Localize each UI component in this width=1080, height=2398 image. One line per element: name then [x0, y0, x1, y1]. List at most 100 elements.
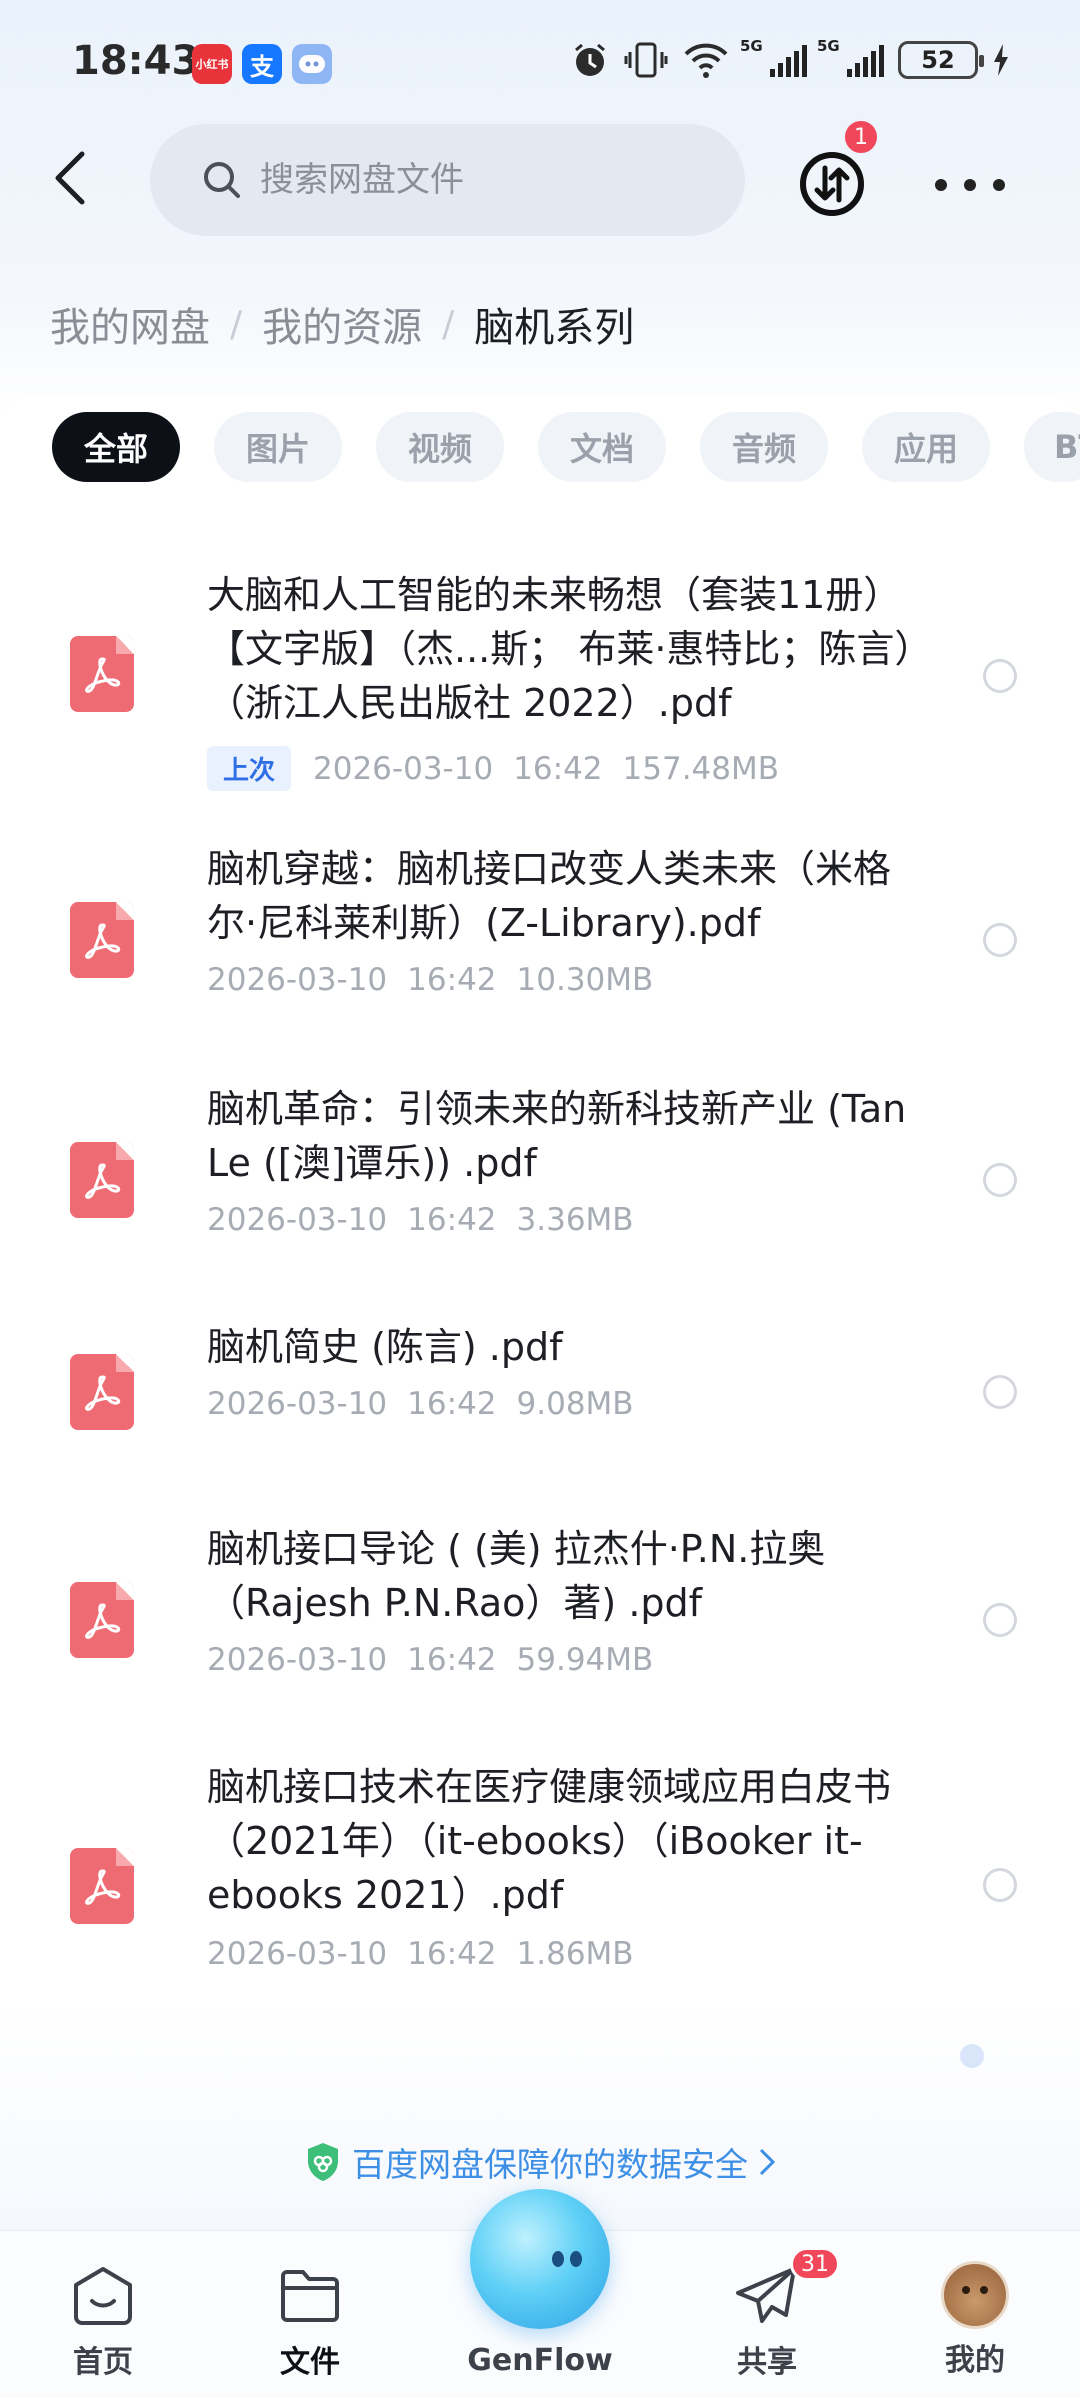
file-row[interactable]: 脑机革命：引领未来的新科技新产业 (Tan Le ([澳]谭乐)) .pdf 2… — [0, 1060, 1080, 1260]
file-row[interactable]: 脑机接口技术在医疗健康领域应用白皮书（2021年）（it-ebooks）（iBo… — [0, 1740, 1080, 1980]
file-date: 2026-03-10 — [207, 1936, 388, 1972]
search-icon — [204, 162, 240, 198]
file-time: 16:42 — [407, 1202, 497, 1238]
tab-documents[interactable]: 文档 — [538, 412, 666, 482]
pdf-file-icon — [70, 1142, 134, 1218]
file-size: 9.08MB — [516, 1386, 634, 1422]
chevron-left-icon — [55, 151, 85, 205]
file-meta: 2026-03-10 16:42 1.86MB — [207, 1936, 634, 1972]
file-time: 16:42 — [513, 750, 603, 787]
last-opened-tag: 上次 — [207, 746, 292, 791]
file-type-tabs: 全部 图片 视频 文档 音频 应用 BT — [52, 412, 1080, 482]
file-date: 2026-03-10 — [207, 1202, 388, 1238]
search-input[interactable] — [260, 160, 680, 200]
file-name: 大脑和人工智能的未来畅想（套装11册）【文字版】（杰...斯； 布莱·惠特比；陈… — [207, 573, 914, 725]
home-icon — [68, 2261, 138, 2331]
pdf-file-icon — [70, 1354, 134, 1430]
file-meta: 2026-03-10 16:42 3.36MB — [207, 1202, 634, 1238]
transfer-list-button[interactable] — [798, 150, 866, 218]
nav-mine-label: 我的 — [945, 2343, 1005, 2378]
file-name: 脑机穿越：脑机接口改变人类未来（米格尔·尼科莱利斯）(Z-Library).pd… — [207, 847, 892, 945]
file-size: 10.30MB — [516, 962, 654, 998]
file-meta: 上次 2026-03-10 16:42 157.48MB — [207, 746, 779, 791]
file-name: 脑机接口技术在医疗健康领域应用白皮书（2021年）（it-ebooks）（iBo… — [207, 1765, 892, 1917]
file-name: 脑机接口导论 ( (美) 拉杰什·P.N.拉奥（Rajesh P.N.Rao）著… — [207, 1527, 826, 1625]
file-meta: 2026-03-10 16:42 59.94MB — [207, 1642, 653, 1678]
file-time: 16:42 — [407, 1936, 497, 1972]
transfer-icon — [800, 152, 864, 216]
tab-all[interactable]: 全部 — [52, 412, 180, 482]
nav-home-label: 首页 — [73, 2345, 133, 2380]
breadcrumb: 我的网盘 / 我的资源 / 脑机系列 — [50, 295, 634, 353]
nav-mine[interactable]: 我的 — [905, 2261, 1045, 2379]
search-bar[interactable] — [150, 124, 745, 236]
share-notification-badge: 31 — [790, 2247, 840, 2281]
scroll-indicator-dot — [960, 2044, 984, 2068]
tab-apps[interactable]: 应用 — [862, 412, 990, 482]
pdf-file-icon — [70, 902, 134, 978]
tab-bt[interactable]: BT — [1024, 412, 1080, 482]
nav-files[interactable]: 文件 — [240, 2261, 380, 2381]
breadcrumb-separator: / — [230, 303, 243, 345]
security-banner[interactable]: 百度网盘保障你的数据安全 — [0, 2138, 1080, 2186]
genflow-orb-button[interactable] — [470, 2189, 610, 2329]
file-size: 1.86MB — [516, 1936, 634, 1972]
nav-home[interactable]: 首页 — [33, 2261, 173, 2381]
select-checkbox[interactable] — [983, 1375, 1017, 1409]
vibrate-icon — [624, 40, 668, 80]
file-date: 2026-03-10 — [313, 750, 494, 787]
select-checkbox[interactable] — [983, 923, 1017, 957]
alipay-app-icon: 支 — [242, 44, 282, 84]
file-name: 脑机革命：引领未来的新科技新产业 (Tan Le ([澳]谭乐)) .pdf — [207, 1087, 907, 1185]
pdf-file-icon — [70, 1848, 134, 1924]
xiaohongshu-app-icon: 小红书 — [192, 44, 232, 84]
battery-indicator: 52 — [898, 41, 984, 79]
tab-videos[interactable]: 视频 — [376, 412, 504, 482]
file-row[interactable]: 脑机简史 (陈言) .pdf 2026-03-10 16:42 9.08MB — [0, 1300, 1080, 1450]
select-checkbox[interactable] — [983, 1868, 1017, 1902]
file-size: 157.48MB — [622, 750, 780, 787]
bot-app-icon — [292, 44, 332, 84]
file-date: 2026-03-10 — [207, 1386, 388, 1422]
breadcrumb-item[interactable]: 我的网盘 — [50, 295, 210, 353]
more-dot-icon — [993, 179, 1005, 191]
security-banner-text: 百度网盘保障你的数据安全 — [352, 2145, 748, 2184]
top-header — [0, 120, 1080, 240]
breadcrumb-current: 脑机系列 — [474, 305, 635, 351]
more-dot-icon — [935, 179, 947, 191]
nav-files-label: 文件 — [280, 2345, 340, 2380]
file-time: 16:42 — [407, 1386, 497, 1422]
more-menu-button[interactable] — [935, 160, 1005, 210]
file-name: 脑机简史 (陈言) .pdf — [207, 1325, 563, 1369]
chevron-right-icon — [759, 2148, 776, 2176]
file-row[interactable]: 脑机接口导论 ( (美) 拉杰什·P.N.拉奥（Rajesh P.N.Rao）著… — [0, 1500, 1080, 1700]
select-checkbox[interactable] — [983, 1163, 1017, 1197]
pdf-file-icon — [70, 636, 134, 712]
transfer-notification-badge: 1 — [842, 118, 880, 156]
select-checkbox[interactable] — [983, 659, 1017, 693]
avatar — [941, 2261, 1009, 2329]
nav-genflow-label[interactable]: GenFlow — [440, 2343, 640, 2378]
file-time: 16:42 — [407, 962, 497, 998]
pdf-file-icon — [70, 1582, 134, 1658]
breadcrumb-separator: / — [442, 303, 455, 345]
file-date: 2026-03-10 — [207, 1642, 388, 1678]
select-checkbox[interactable] — [983, 1603, 1017, 1637]
signal-5g-icon: 5G — [817, 37, 884, 77]
tab-audio[interactable]: 音频 — [700, 412, 828, 482]
file-row[interactable]: 大脑和人工智能的未来畅想（套装11册）【文字版】（杰...斯； 布莱·惠特比；陈… — [0, 548, 1080, 791]
signal-5g-icon: 5G — [740, 37, 807, 77]
folder-icon — [275, 2261, 345, 2331]
orb-eye-icon — [552, 2251, 564, 2267]
file-size: 3.36MB — [516, 1202, 634, 1238]
file-row[interactable]: 脑机穿越：脑机接口改变人类未来（米格尔·尼科莱利斯）(Z-Library).pd… — [0, 820, 1080, 1020]
status-bar: 18:43 小红书 支 5G 5G 52 — [0, 0, 1080, 130]
more-dot-icon — [964, 179, 976, 191]
orb-eye-icon — [570, 2251, 582, 2267]
tab-images[interactable]: 图片 — [214, 412, 342, 482]
file-size: 59.94MB — [516, 1642, 654, 1678]
breadcrumb-item[interactable]: 我的资源 — [262, 295, 422, 353]
bottom-navigation: 首页 文件 GenFlow 共享 31 我的 — [0, 2189, 1080, 2398]
file-time: 16:42 — [407, 1642, 497, 1678]
back-button[interactable] — [40, 148, 100, 208]
